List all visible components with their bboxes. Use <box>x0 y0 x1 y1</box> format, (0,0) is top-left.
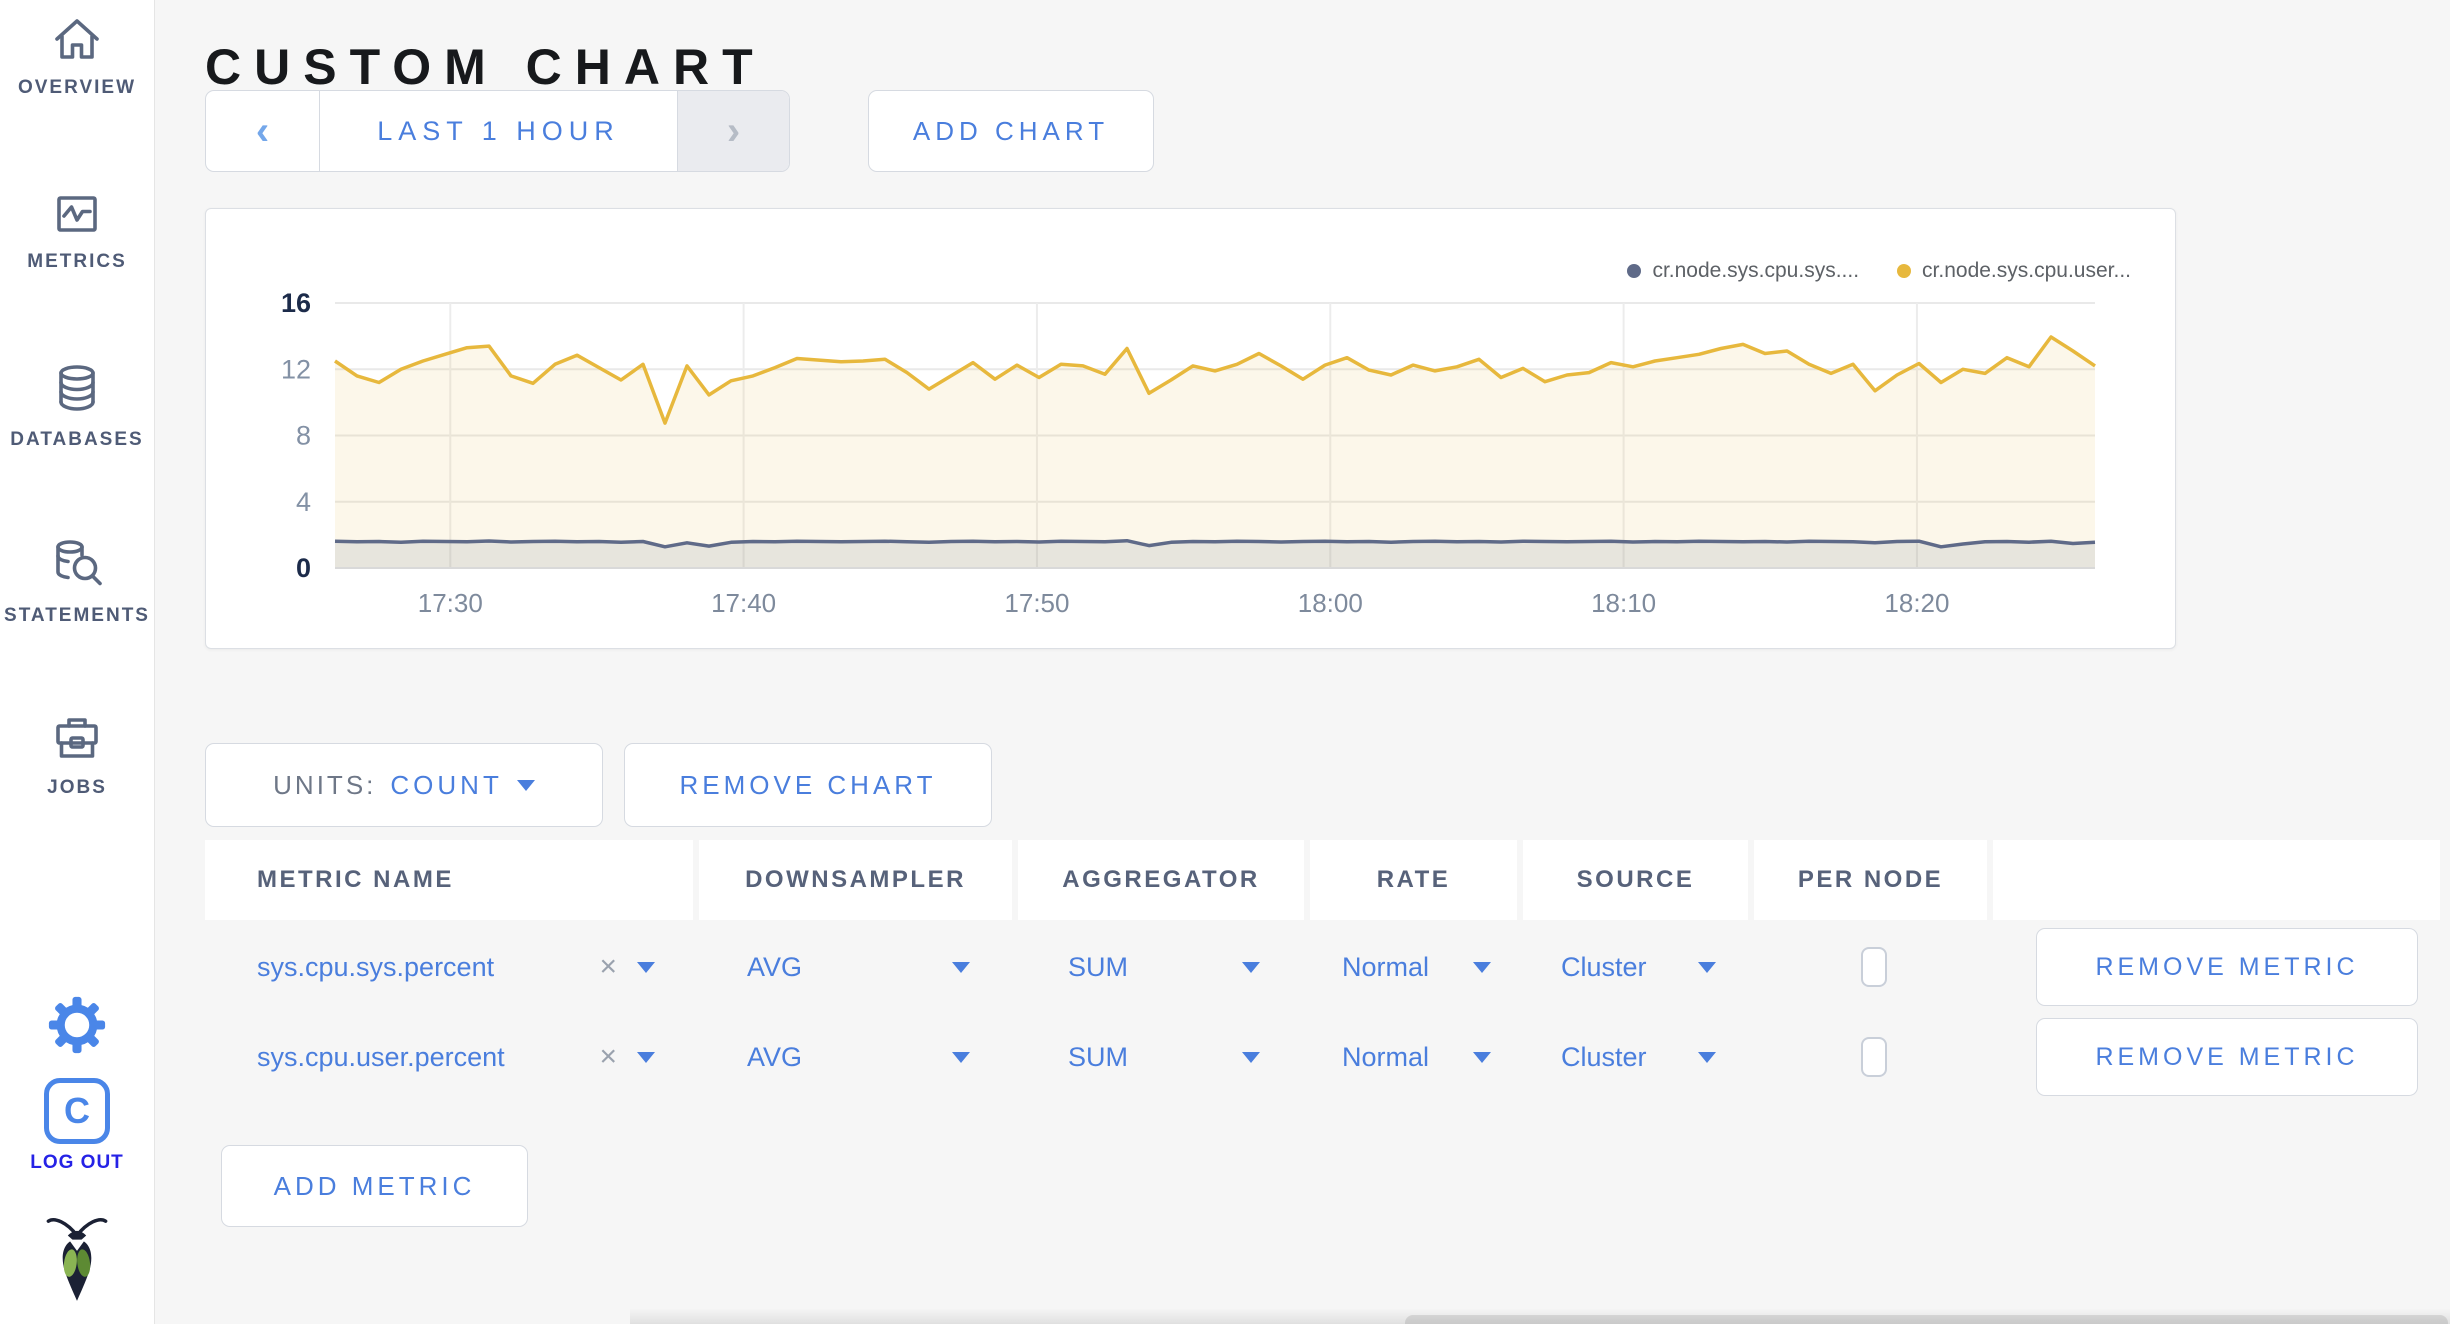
sidebar: OVERVIEW METRICS DATABASES STATEMENTS JO… <box>0 0 155 1324</box>
source-value: Cluster <box>1561 1041 1647 1072</box>
aggregator-value: SUM <box>1068 1041 1128 1072</box>
metric-table-row: sys.cpu.sys.percent × AVG SUM Normal Clu… <box>205 928 2440 1006</box>
column-header-actions <box>1993 840 2440 920</box>
svg-text:4: 4 <box>296 487 311 517</box>
logout-label: LOG OUT <box>30 1152 124 1173</box>
chevron-down-icon <box>516 779 535 791</box>
chevron-down-icon <box>1242 1051 1260 1063</box>
aggregator-dropdown[interactable]: SUM <box>1018 1018 1310 1096</box>
rate-value: Normal <box>1342 951 1430 982</box>
chevron-left-icon: ‹ <box>255 108 270 153</box>
sidebar-item-label: JOBS <box>47 777 107 798</box>
chart-card: cr.node.sys.cpu.sys.... cr.node.sys.cpu.… <box>205 208 2176 649</box>
downsampler-dropdown[interactable]: AVG <box>699 1018 1018 1096</box>
time-window-picker: ‹ LAST 1 HOUR › <box>205 90 790 172</box>
remove-chart-button[interactable]: REMOVE CHART <box>624 743 992 827</box>
svg-text:0: 0 <box>296 553 311 583</box>
units-label: UNITS: <box>273 769 377 800</box>
home-icon <box>55 19 99 59</box>
sidebar-item-databases[interactable]: DATABASES <box>0 360 154 451</box>
sidebar-item-label: METRICS <box>27 251 127 272</box>
sidebar-settings[interactable] <box>0 996 154 1054</box>
statements-icon <box>56 540 102 586</box>
svg-text:17:50: 17:50 <box>1004 588 1069 618</box>
metric-name-value[interactable]: sys.cpu.user.percent <box>257 1042 505 1073</box>
per-node-checkbox[interactable] <box>1860 1037 1887 1077</box>
chevron-down-icon <box>1242 961 1260 973</box>
add-chart-button[interactable]: ADD CHART <box>868 90 1154 172</box>
units-dropdown[interactable]: UNITS: COUNT <box>205 743 603 827</box>
time-window-next-button[interactable]: › <box>677 91 789 171</box>
source-dropdown[interactable]: Cluster <box>1523 1018 1754 1096</box>
svg-text:12: 12 <box>281 354 311 384</box>
briefcase-icon <box>56 718 98 758</box>
sidebar-item-label: STATEMENTS <box>4 605 150 626</box>
svg-text:18:20: 18:20 <box>1884 588 1949 618</box>
sidebar-item-label: OVERVIEW <box>17 77 137 98</box>
cockroach-c-logo-icon: C <box>44 1078 110 1144</box>
column-header-per-node: PER NODE <box>1754 840 1993 920</box>
metric-table-header: METRIC NAME DOWNSAMPLER AGGREGATOR RATE … <box>205 840 2440 920</box>
custom-chart-page: OVERVIEW METRICS DATABASES STATEMENTS JO… <box>0 0 2450 1324</box>
time-window-prev-button[interactable]: ‹ <box>206 91 320 171</box>
clear-metric-icon[interactable]: × <box>599 1040 617 1074</box>
aggregator-value: SUM <box>1068 951 1128 982</box>
column-header-source: SOURCE <box>1523 840 1754 920</box>
column-header-rate: RATE <box>1310 840 1523 920</box>
svg-text:8: 8 <box>296 421 311 451</box>
source-value: Cluster <box>1561 951 1647 982</box>
plot-group: 17:30 17:40 17:50 18:00 18:10 18:20 0 4 8 12 16 <box>281 288 2096 618</box>
downsampler-dropdown[interactable]: AVG <box>699 928 1018 1006</box>
metric-table-row: sys.cpu.user.percent × AVG SUM Normal Cl… <box>205 1018 2440 1096</box>
gear-icon <box>48 996 106 1054</box>
chevron-right-icon: › <box>726 108 741 153</box>
sidebar-item-statements[interactable]: STATEMENTS <box>0 536 154 627</box>
svg-text:17:40: 17:40 <box>711 588 776 618</box>
chevron-down-icon <box>1698 961 1716 973</box>
column-header-downsampler: DOWNSAMPLER <box>699 840 1018 920</box>
rate-dropdown[interactable]: Normal <box>1310 928 1523 1006</box>
units-value: COUNT <box>390 769 503 800</box>
aggregator-dropdown[interactable]: SUM <box>1018 928 1310 1006</box>
database-icon <box>59 365 95 411</box>
chevron-down-icon <box>1473 961 1491 973</box>
remove-metric-button[interactable]: REMOVE METRIC <box>2036 1018 2418 1096</box>
chevron-down-icon <box>1698 1051 1716 1063</box>
chevron-down-icon <box>952 1051 970 1063</box>
sidebar-item-jobs[interactable]: JOBS <box>0 710 154 799</box>
remove-metric-button[interactable]: REMOVE METRIC <box>2036 928 2418 1006</box>
rate-value: Normal <box>1342 1041 1430 1072</box>
sidebar-item-overview[interactable]: OVERVIEW <box>0 12 154 99</box>
chevron-down-icon[interactable] <box>637 1051 655 1063</box>
chevron-down-icon <box>1473 1051 1491 1063</box>
next-card-edge <box>1405 1315 2448 1324</box>
metric-name-value[interactable]: sys.cpu.sys.percent <box>257 952 494 983</box>
column-header-aggregator: AGGREGATOR <box>1018 840 1310 920</box>
rate-dropdown[interactable]: Normal <box>1310 1018 1523 1096</box>
cpu-time-series-plot[interactable]: 17:30 17:40 17:50 18:00 18:10 18:20 0 4 8 12 16 <box>206 209 2175 648</box>
add-metric-button[interactable]: ADD METRIC <box>221 1145 528 1227</box>
chevron-down-icon <box>952 961 970 973</box>
svg-text:18:10: 18:10 <box>1591 588 1656 618</box>
svg-text:18:00: 18:00 <box>1298 588 1363 618</box>
sidebar-logout[interactable]: C LOG OUT <box>0 1078 154 1174</box>
svg-text:16: 16 <box>281 288 311 318</box>
logo-letter: C <box>64 1090 90 1131</box>
chevron-down-icon[interactable] <box>637 961 655 973</box>
source-dropdown[interactable]: Cluster <box>1523 928 1754 1006</box>
sidebar-item-label: DATABASES <box>10 429 144 450</box>
per-node-checkbox[interactable] <box>1860 947 1887 987</box>
svg-text:17:30: 17:30 <box>418 588 483 618</box>
downsampler-value: AVG <box>747 1041 803 1072</box>
sidebar-brand <box>0 1212 154 1304</box>
clear-metric-icon[interactable]: × <box>599 950 617 984</box>
sidebar-item-metrics[interactable]: METRICS <box>0 186 154 273</box>
column-header-metric-name: METRIC NAME <box>205 840 699 920</box>
time-window-dropdown[interactable]: LAST 1 HOUR <box>320 91 677 171</box>
metrics-icon <box>57 196 97 232</box>
downsampler-value: AVG <box>747 951 803 982</box>
cockroach-bug-icon <box>46 1218 108 1301</box>
